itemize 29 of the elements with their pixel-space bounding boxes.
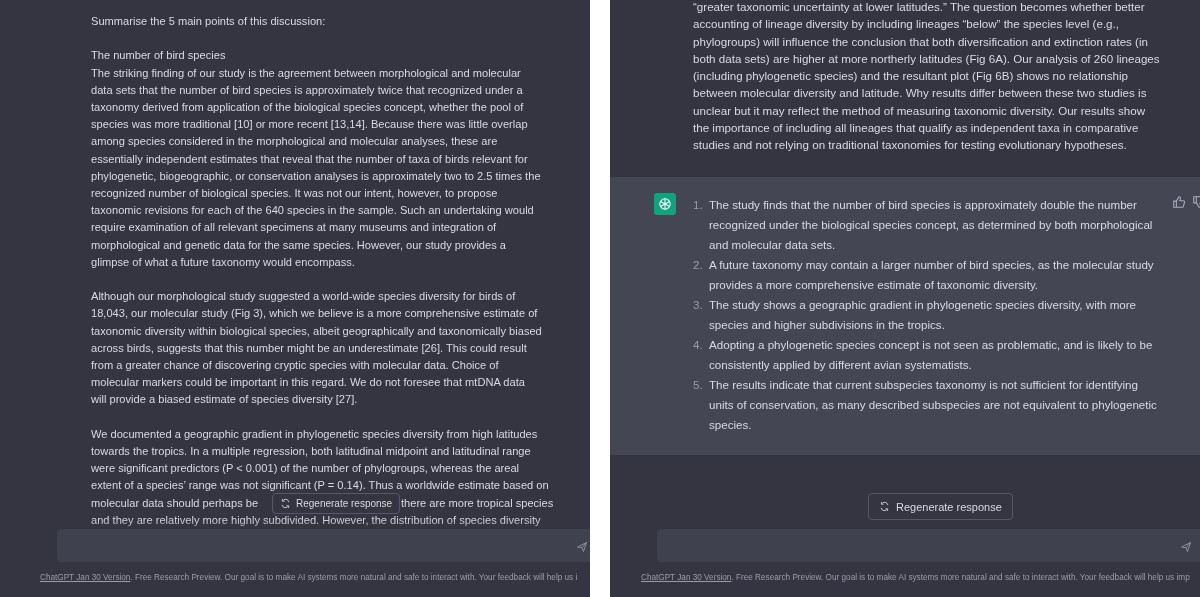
message-paragraph: Summarise the 5 main points of this discussion: [91,14,327,29]
list-number: 4. [693,337,704,353]
footer-note: ChatGPT Jan 30 Version. Free Research Preview. Our goal is to make AI systems more natural and safe to interact with. Your feedback will help us imp [640,572,1191,582]
footer-note: ChatGPT Jan 30 Version. Free Research Preview. Our goal is to make AI systems more natural and safe to interact with. Your feedback will help us i [39,572,579,582]
list-item-text: Adopting a phylogenetic species concept is not seen as problematic, and is likely to be consistently applied by different avian systematists. [709,337,1153,373]
message-paragraph: Although our morphological study suggested a world-wide species diversity for birds of 18,043, our molecular study (Fig 3), which we believe is a more comprehensive estimate of taxonomic diversity within biological species, albeit geographically and taxonomically biased across birds, suggests that this number might be an underestimate [26]. This could result from a greater chance of discovering cryptic species with molecular data. Choice of molecular markers could be important in this regard. We do not foresee that mtDNA data will provide a biased estimate of species diversity [27]. [91,289,543,408]
send-icon[interactable] [1180,541,1192,553]
thumbs-up-icon[interactable] [1172,195,1186,209]
regenerate-button[interactable]: Regenerate response [868,493,1013,520]
list-item-text: The study shows a geographic gradient in phylogenetic species diversity, with more species and higher subdivisions in the tropics. [709,297,1137,333]
send-icon[interactable] [576,541,588,553]
list-number: 3. [693,297,704,313]
list-item-text: A future taxonomy may contain a larger number of bird species, as the molecular study provides a more comprehensive estimate of taxonomic diversity. [709,257,1154,293]
list-number: 5. [693,377,704,393]
refresh-icon[interactable] [879,501,890,512]
message-paragraph: “greater taxonomic uncertainty at lower latitudes.” The question becomes whether better accounting of lineage diversity by including lineages “below” the species level (e.g., phylogroups) will influence the conclusion that both diversification and extinction rates (in both data sets) are higher at more northerly latitudes (Fig 6A). Our analysis of 260 lineages (including phylogenetic species) and the resultant plot (Fig 6B) shows no relationship between molecular diversity and latitude. Why results differ between these two studies is unclear but it may reflect the method of measuring taxonomic diversity. Our results show the importance of including all lineages that qualify as independent taxa in comparative studies and not relying on traditional taxonomies for testing evolutionary hypotheses. [693,0,1161,154]
message-input[interactable] [57,529,590,562]
message-text: molecular data should perhaps be [91,495,260,511]
regenerate-button[interactable]: Regenerate response [272,493,401,514]
refresh-icon[interactable] [280,498,291,509]
list-number: 1. [693,197,704,213]
message-input[interactable] [657,529,1200,562]
message-text: there are more tropical species [401,495,554,511]
list-item-text: The results indicate that current subspecies taxonomy is not sufficient for identifying units of conservation, as many described subspecies are not equivalent to phylogenetic species. [709,377,1157,433]
list-item-text: The study finds that the number of bird species is approximately double the number recognized under the biological species concept, as determined by both morphological and molecular data sets. [709,197,1153,253]
message-text: and they are relatively more highly subdivided. However, the distribution of species diversity [91,512,541,528]
message-paragraph: The number of bird species The striking finding of our study is the agreement between morphological and molecular data sets that the number of bird species is approximately twice that recognized under a taxonomy derived from application of the biological species concept, whether the pool of species was more traditional [10] or more recent [13,14]. Because there was little overlap among species considered in the morphological and molecular analyses, these are essentially independent estimates that reveal that the number of taxa of birds relevant for phylogenetic, biogeographic, or conservation analyses is approximately two to 2.5 times the recognized number of biological species. It was not our intent, however, to propose taxonomic revisions for each of the 640 species in the sample. Such an undertaking would require examination of all relevant specimens at many museums and integration of morphological and genetic data for the same species. However, our study provides a glimpse of what a future taxonomy would encompass. [91,48,542,270]
list-number: 2. [693,257,704,273]
assistant-avatar-icon [654,193,676,215]
